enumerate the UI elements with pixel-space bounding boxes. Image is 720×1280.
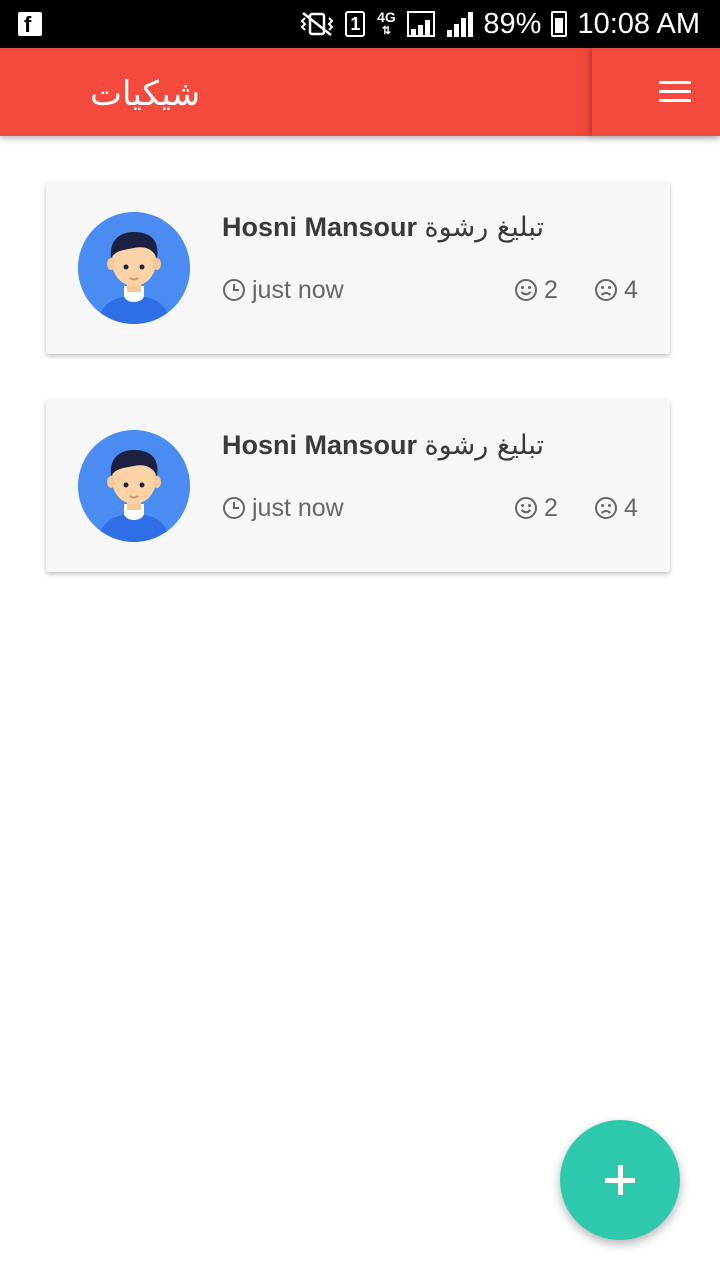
sad-icon <box>595 279 617 301</box>
add-report-button[interactable] <box>560 1120 680 1240</box>
sim-icon: 1 <box>345 11 366 37</box>
clock-icon <box>223 497 245 519</box>
report-card[interactable]: Hosni Mansour تبليغ رشوة just now 2 4 <box>46 182 670 354</box>
timestamp: just now <box>222 274 344 306</box>
time-label: just now <box>252 493 344 522</box>
report-subject: تبليغ رشوة <box>424 212 544 243</box>
time-label: just now <box>252 275 344 304</box>
like-counter[interactable]: 2 <box>514 492 558 524</box>
card-title: Hosni Mansour تبليغ رشوة <box>222 430 544 461</box>
author-name: Hosni Mansour <box>222 430 418 460</box>
user-avatar-icon <box>78 430 190 542</box>
data-arrows-icon: 4G ⇅ <box>377 9 396 37</box>
like-count: 2 <box>544 275 558 304</box>
hamburger-menu-icon[interactable] <box>659 81 691 103</box>
dislike-count: 4 <box>624 493 638 522</box>
author-name: Hosni Mansour <box>222 212 418 242</box>
clock-icon <box>223 279 245 301</box>
sad-icon <box>595 497 617 519</box>
app-bar: شيكيات <box>0 48 720 136</box>
user-avatar-icon <box>78 212 190 324</box>
menu-button-area[interactable] <box>592 48 720 136</box>
vibrate-icon <box>301 12 334 36</box>
page-title: شيكيات <box>90 74 201 114</box>
facebook-icon: f <box>18 12 42 37</box>
report-card[interactable]: Hosni Mansour تبليغ رشوة just now 2 4 <box>46 400 670 572</box>
dislike-count: 4 <box>624 275 638 304</box>
status-icons: 1 4G ⇅ 89% 10:08 AM <box>299 0 700 48</box>
battery-percent: 89% <box>483 7 542 40</box>
dislike-counter[interactable]: 4 <box>594 492 638 524</box>
smile-icon <box>515 279 537 301</box>
like-counter[interactable]: 2 <box>514 274 558 306</box>
battery-charging-icon <box>551 11 568 37</box>
signal-icon <box>407 11 436 37</box>
smile-icon <box>515 497 537 519</box>
signal-icon <box>445 11 474 37</box>
card-title: Hosni Mansour تبليغ رشوة <box>222 212 544 243</box>
dislike-counter[interactable]: 4 <box>594 274 638 306</box>
clock: 10:08 AM <box>577 7 700 40</box>
like-count: 2 <box>544 493 558 522</box>
report-subject: تبليغ رشوة <box>424 430 544 461</box>
status-bar: f 1 4G ⇅ 89% 10:08 AM <box>0 0 720 48</box>
timestamp: just now <box>222 492 344 524</box>
